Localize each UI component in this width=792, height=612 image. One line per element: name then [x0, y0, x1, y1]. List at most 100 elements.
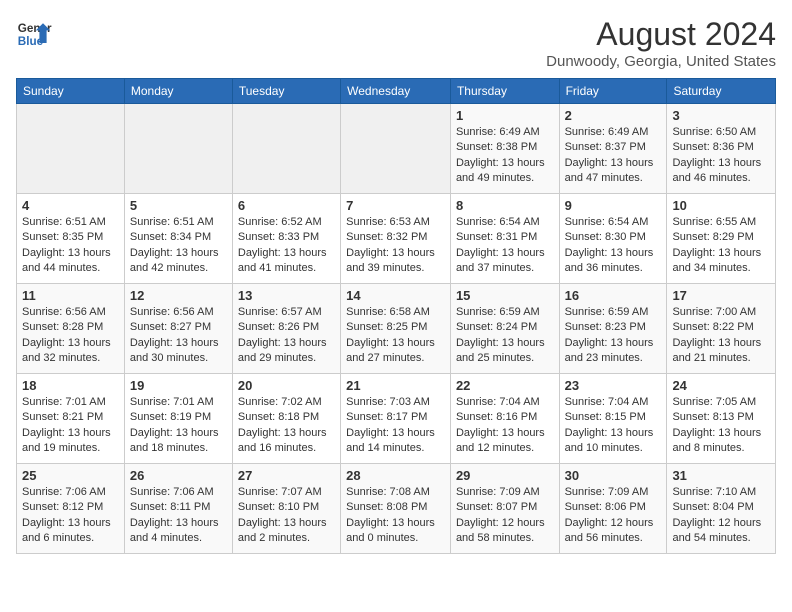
weekday-sunday: Sunday: [17, 79, 125, 104]
day-info: Sunrise: 6:49 AMSunset: 8:37 PMDaylight:…: [565, 125, 662, 187]
day-number: 31: [672, 468, 770, 483]
day-info: Sunrise: 6:54 AMSunset: 8:30 PMDaylight:…: [565, 215, 662, 277]
weekday-friday: Friday: [559, 79, 667, 104]
day-number: 25: [22, 468, 119, 483]
day-info: Sunrise: 7:01 AMSunset: 8:21 PMDaylight:…: [22, 395, 119, 457]
day-info: Sunrise: 7:05 AMSunset: 8:13 PMDaylight:…: [672, 395, 770, 457]
day-cell: 23Sunrise: 7:04 AMSunset: 8:15 PMDayligh…: [559, 374, 667, 464]
day-cell: [232, 104, 340, 194]
day-number: 1: [456, 108, 554, 123]
day-number: 3: [672, 108, 770, 123]
day-number: 27: [238, 468, 335, 483]
day-info: Sunrise: 6:54 AMSunset: 8:31 PMDaylight:…: [456, 215, 554, 277]
day-cell: 16Sunrise: 6:59 AMSunset: 8:23 PMDayligh…: [559, 284, 667, 374]
day-cell: 18 Sunrise: 7:01 AMSunset: 8:21 PMDayligh…: [17, 374, 125, 464]
day-number: 26: [130, 468, 227, 483]
day-cell: 8 Sunrise: 6:54 AMSunset: 8:31 PMDaylight…: [450, 194, 559, 284]
day-info: Sunrise: 7:06 AMSunset: 8:11 PMDaylight:…: [130, 485, 227, 547]
day-info: Sunrise: 6:50 AMSunset: 8:36 PMDaylight:…: [672, 125, 770, 187]
day-cell: 13Sunrise: 6:57 AMSunset: 8:26 PMDayligh…: [232, 284, 340, 374]
logo-icon: General Blue: [16, 16, 52, 52]
day-cell: 30 Sunrise: 7:09 AMSunset: 8:06 PMDayligh…: [559, 464, 667, 554]
day-number: 21: [346, 378, 445, 393]
day-info: Sunrise: 7:08 AMSunset: 8:08 PMDaylight:…: [346, 485, 445, 547]
day-cell: [124, 104, 232, 194]
day-number: 19: [130, 378, 227, 393]
main-title: August 2024: [546, 16, 776, 53]
day-cell: 31 Sunrise: 7:10 AMSunset: 8:04 PMDayligh…: [667, 464, 776, 554]
day-info: Sunrise: 7:00 AMSunset: 8:22 PMDaylight:…: [672, 305, 770, 367]
day-number: 18: [22, 378, 119, 393]
day-info: Sunrise: 7:06 AMSunset: 8:12 PMDaylight:…: [22, 485, 119, 547]
day-cell: 7 Sunrise: 6:53 AMSunset: 8:32 PMDaylight…: [341, 194, 451, 284]
day-number: 23: [565, 378, 662, 393]
day-number: 7: [346, 198, 445, 213]
day-info: Sunrise: 6:56 AMSunset: 8:28 PMDaylight:…: [22, 305, 119, 367]
day-info: Sunrise: 7:04 AMSunset: 8:16 PMDaylight:…: [456, 395, 554, 457]
day-cell: 28 Sunrise: 7:08 AMSunset: 8:08 PMDayligh…: [341, 464, 451, 554]
day-number: 16: [565, 288, 662, 303]
day-cell: 1 Sunrise: 6:49 AMSunset: 8:38 PMDaylight…: [450, 104, 559, 194]
day-info: Sunrise: 6:55 AMSunset: 8:29 PMDaylight:…: [672, 215, 770, 277]
day-info: Sunrise: 6:51 AMSunset: 8:34 PMDaylight:…: [130, 215, 227, 277]
day-number: 29: [456, 468, 554, 483]
day-number: 20: [238, 378, 335, 393]
day-info: Sunrise: 6:51 AMSunset: 8:35 PMDaylight:…: [22, 215, 119, 277]
weekday-monday: Monday: [124, 79, 232, 104]
day-info: Sunrise: 6:52 AMSunset: 8:33 PMDaylight:…: [238, 215, 335, 277]
day-info: Sunrise: 6:49 AMSunset: 8:38 PMDaylight:…: [456, 125, 554, 187]
week-row-5: 25 Sunrise: 7:06 AMSunset: 8:12 PMDayligh…: [17, 464, 776, 554]
day-info: Sunrise: 6:59 AMSunset: 8:24 PMDaylight:…: [456, 305, 554, 367]
week-row-4: 18 Sunrise: 7:01 AMSunset: 8:21 PMDayligh…: [17, 374, 776, 464]
calendar: SundayMondayTuesdayWednesdayThursdayFrid…: [16, 78, 776, 554]
weekday-saturday: Saturday: [667, 79, 776, 104]
title-area: August 2024 Dunwoody, Georgia, United St…: [546, 16, 776, 70]
day-number: 2: [565, 108, 662, 123]
week-row-1: 1 Sunrise: 6:49 AMSunset: 8:38 PMDaylight…: [17, 104, 776, 194]
day-info: Sunrise: 7:07 AMSunset: 8:10 PMDaylight:…: [238, 485, 335, 547]
day-number: 30: [565, 468, 662, 483]
day-number: 4: [22, 198, 119, 213]
day-info: Sunrise: 7:09 AMSunset: 8:06 PMDaylight:…: [565, 485, 662, 547]
day-cell: 22Sunrise: 7:04 AMSunset: 8:16 PMDayligh…: [450, 374, 559, 464]
weekday-wednesday: Wednesday: [341, 79, 451, 104]
day-cell: 10Sunrise: 6:55 AMSunset: 8:29 PMDayligh…: [667, 194, 776, 284]
day-cell: 9 Sunrise: 6:54 AMSunset: 8:30 PMDaylight…: [559, 194, 667, 284]
day-info: Sunrise: 6:58 AMSunset: 8:25 PMDaylight:…: [346, 305, 445, 367]
day-info: Sunrise: 7:02 AMSunset: 8:18 PMDaylight:…: [238, 395, 335, 457]
day-number: 9: [565, 198, 662, 213]
day-cell: 6 Sunrise: 6:52 AMSunset: 8:33 PMDaylight…: [232, 194, 340, 284]
day-cell: 12 Sunrise: 6:56 AMSunset: 8:27 PMDayligh…: [124, 284, 232, 374]
day-info: Sunrise: 7:09 AMSunset: 8:07 PMDaylight:…: [456, 485, 554, 547]
day-number: 15: [456, 288, 554, 303]
day-cell: 24Sunrise: 7:05 AMSunset: 8:13 PMDayligh…: [667, 374, 776, 464]
day-info: Sunrise: 7:01 AMSunset: 8:19 PMDaylight:…: [130, 395, 227, 457]
day-cell: 14 Sunrise: 6:58 AMSunset: 8:25 PMDayligh…: [341, 284, 451, 374]
day-cell: 2 Sunrise: 6:49 AMSunset: 8:37 PMDaylight…: [559, 104, 667, 194]
day-cell: 25 Sunrise: 7:06 AMSunset: 8:12 PMDayligh…: [17, 464, 125, 554]
weekday-header: SundayMondayTuesdayWednesdayThursdayFrid…: [17, 79, 776, 104]
calendar-body: 1 Sunrise: 6:49 AMSunset: 8:38 PMDaylight…: [17, 104, 776, 554]
day-cell: 21Sunrise: 7:03 AMSunset: 8:17 PMDayligh…: [341, 374, 451, 464]
day-cell: 17 Sunrise: 7:00 AMSunset: 8:22 PMDayligh…: [667, 284, 776, 374]
weekday-tuesday: Tuesday: [232, 79, 340, 104]
day-info: Sunrise: 7:10 AMSunset: 8:04 PMDaylight:…: [672, 485, 770, 547]
day-number: 28: [346, 468, 445, 483]
day-number: 11: [22, 288, 119, 303]
day-number: 12: [130, 288, 227, 303]
logo: General Blue: [16, 16, 52, 52]
week-row-3: 11 Sunrise: 6:56 AMSunset: 8:28 PMDayligh…: [17, 284, 776, 374]
week-row-2: 4 Sunrise: 6:51 AMSunset: 8:35 PMDaylight…: [17, 194, 776, 284]
day-cell: 5 Sunrise: 6:51 AMSunset: 8:34 PMDaylight…: [124, 194, 232, 284]
day-info: Sunrise: 6:56 AMSunset: 8:27 PMDaylight:…: [130, 305, 227, 367]
day-number: 8: [456, 198, 554, 213]
day-cell: 11 Sunrise: 6:56 AMSunset: 8:28 PMDayligh…: [17, 284, 125, 374]
day-info: Sunrise: 6:53 AMSunset: 8:32 PMDaylight:…: [346, 215, 445, 277]
day-number: 14: [346, 288, 445, 303]
day-number: 6: [238, 198, 335, 213]
day-number: 17: [672, 288, 770, 303]
day-cell: 27 Sunrise: 7:07 AMSunset: 8:10 PMDayligh…: [232, 464, 340, 554]
day-cell: 4 Sunrise: 6:51 AMSunset: 8:35 PMDaylight…: [17, 194, 125, 284]
day-number: 5: [130, 198, 227, 213]
day-cell: 3 Sunrise: 6:50 AMSunset: 8:36 PMDaylight…: [667, 104, 776, 194]
